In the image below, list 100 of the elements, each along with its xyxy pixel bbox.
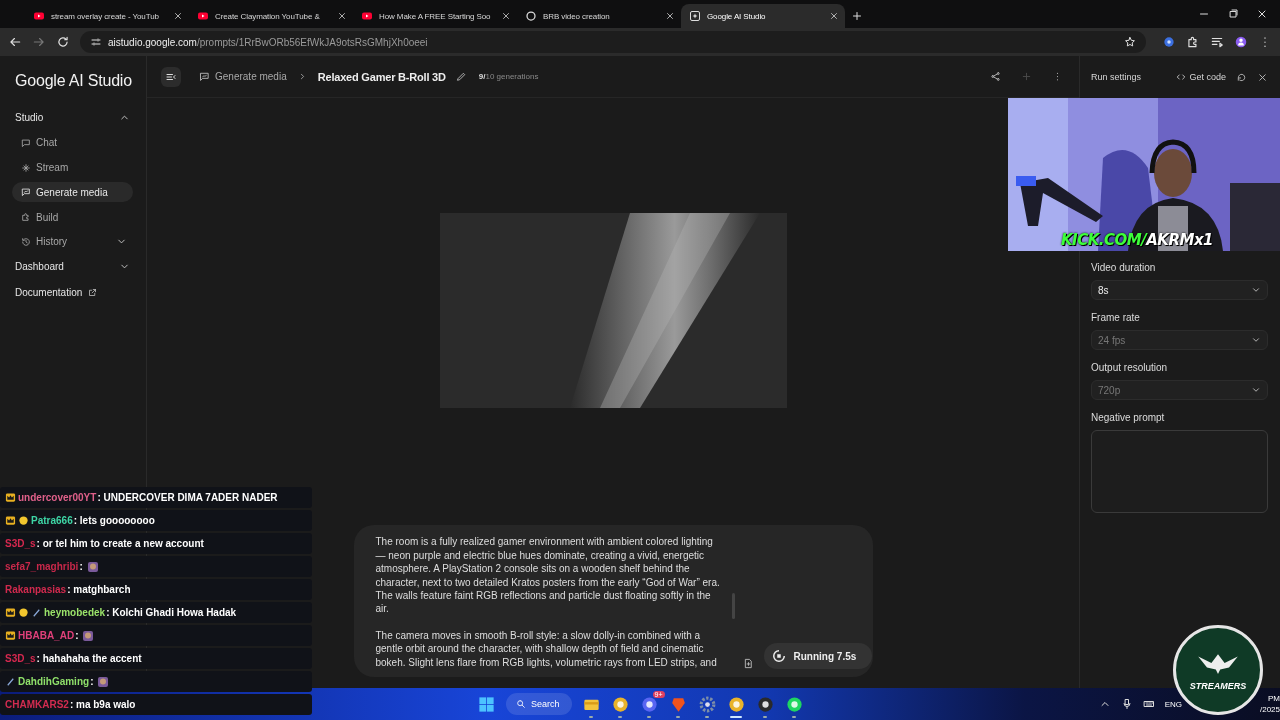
browser-tab[interactable]: How Make A FREE Starting Soo — [353, 4, 517, 28]
chat-text: : Kolchi Ghadi Howa Hadak — [106, 607, 237, 618]
chat-username: undercover00YT — [18, 492, 97, 503]
dropdown[interactable]: 8s — [1091, 280, 1268, 300]
chat-text: : lets goooooooo — [73, 515, 155, 526]
chat-username: DahdihGaming — [18, 676, 90, 687]
close-icon[interactable] — [501, 11, 511, 21]
nav-item[interactable]: History — [12, 232, 133, 252]
search-icon — [516, 699, 526, 709]
app-logo[interactable]: Google AI Studio — [12, 56, 133, 102]
negative-prompt-field[interactable] — [1091, 430, 1268, 513]
chat-text: : hahahaha the accent — [36, 653, 142, 664]
nav-item[interactable]: Stream — [12, 157, 133, 178]
chat-username: heymobedek — [44, 607, 106, 618]
chat-username: S3D_s — [5, 538, 36, 549]
chat-icon — [21, 137, 31, 148]
puzzle-icon[interactable] — [1186, 35, 1200, 49]
play-icon — [197, 10, 209, 22]
edit-icon[interactable] — [455, 71, 467, 82]
field-label: Output resolution — [1091, 362, 1169, 373]
gear-icon[interactable] — [697, 694, 717, 714]
prompt-box[interactable] — [353, 525, 873, 677]
external-link-icon — [88, 288, 98, 298]
record-icon[interactable] — [755, 694, 775, 714]
get-code-button[interactable]: Get code — [1176, 72, 1226, 82]
microphone-icon[interactable] — [1120, 698, 1133, 710]
ring-icon — [525, 10, 537, 22]
browser-tab[interactable]: Create Claymation YouTube & — [189, 4, 353, 28]
chat-username: sefa7_maghribi — [5, 561, 79, 572]
sidebar-toggle-button[interactable] — [161, 66, 181, 87]
chat-text: : UNDERCOVER DIMA 7ADER NADER — [97, 492, 278, 503]
windows-start-icon[interactable] — [477, 694, 496, 714]
chat-username: CHAMKARS2 — [5, 699, 69, 710]
chat-text: : — [75, 630, 79, 641]
clock-text: /2025 — [1259, 704, 1280, 715]
nav-item[interactable]: Generate media — [12, 182, 133, 203]
prompt-paragraph: The camera moves in smooth B-roll style: a slow dolly-in combined with a gentle orbit around the character, with shallow depth of field and cinematic bokeh. Slight lens flare from RGB lights, volumetric rays from LED strips, and — [375, 628, 718, 669]
back-icon[interactable] — [8, 35, 22, 49]
field-label: Video duration — [1091, 262, 1157, 273]
chat-text: : matghbarch — [67, 584, 131, 595]
prompt-title: Relaxed Gamer B-Roll 3D — [317, 70, 446, 83]
panel-title: Run settings — [1091, 72, 1142, 82]
play-icon — [33, 10, 45, 22]
keyboard-icon[interactable] — [1142, 698, 1155, 710]
chat-username: S3D_s — [5, 653, 36, 664]
logo-text: STREAMERS — [1189, 681, 1247, 691]
close-icon[interactable] — [665, 11, 675, 21]
chevron-down-icon — [1251, 285, 1261, 295]
field-label: Negative prompt — [1091, 412, 1166, 423]
site-info-icon[interactable] — [90, 36, 102, 48]
emote-icon — [82, 629, 95, 642]
chat-text: : — [79, 561, 83, 572]
close-icon[interactable] — [829, 11, 839, 21]
browser-tab[interactable]: Google AI Studio — [681, 4, 845, 28]
generations-count: 9/10 generations — [478, 72, 539, 81]
stop-icon — [771, 649, 786, 663]
reload-icon[interactable] — [56, 35, 70, 49]
media-queue-icon[interactable] — [1210, 35, 1224, 49]
chat-text: : or tel him to create a new account — [36, 538, 204, 549]
extension-icon[interactable] — [1162, 35, 1176, 49]
running-button[interactable]: Running 7.5s — [763, 643, 873, 669]
play-icon — [361, 10, 373, 22]
forward-icon[interactable] — [32, 35, 46, 49]
caption-handle: AKRMx1 — [1146, 231, 1214, 249]
breadcrumb-link[interactable]: Generate media — [215, 71, 287, 82]
language-indicator[interactable]: ENG — [1164, 699, 1182, 709]
share-icon[interactable] — [990, 71, 1001, 82]
restore-icon[interactable] — [1227, 8, 1239, 20]
close-icon[interactable] — [1257, 71, 1268, 83]
browser-tab[interactable]: BRB video creation — [517, 4, 681, 28]
bookmark-star-icon[interactable] — [1124, 36, 1136, 48]
url-text: aistudio.google.com/prompts/1RrBwORb56EfWkJA9otsRsGMhjXh0oeei — [108, 36, 428, 48]
reset-icon[interactable] — [1236, 71, 1247, 83]
history-icon — [21, 237, 31, 247]
address-bar[interactable]: aistudio.google.com/prompts/1RrBwORb56EfWkJA9otsRsGMhjXh0oeei — [80, 31, 1146, 53]
browser-tab[interactable]: stream overlay create - YouTub — [25, 4, 189, 28]
image-chat-icon — [21, 187, 31, 198]
taskbar-search[interactable]: Search — [506, 693, 572, 715]
new-tab-icon[interactable] — [851, 10, 863, 22]
profile-avatar[interactable] — [1234, 35, 1248, 49]
nav-section[interactable]: Studio — [12, 106, 133, 128]
close-icon[interactable] — [337, 11, 347, 21]
close-icon[interactable] — [173, 11, 183, 21]
nav-item[interactable]: Build — [12, 207, 133, 228]
chat-text: : ma b9a walo — [69, 699, 136, 710]
chat-username: Rakanpasias — [5, 584, 67, 595]
puzzle-icon — [21, 212, 31, 223]
emote-icon — [86, 560, 99, 573]
nav-link[interactable]: Documentation — [12, 282, 133, 304]
chevron-down-icon — [1251, 335, 1261, 345]
add-file-icon[interactable] — [742, 658, 754, 669]
prompt-paragraph: The room is a fully realized gamer environment with ambient colored lighting — neon purple and electric blue hues dominate, creating a vivid, energetic atmosphere. A PlayStation 2 console sits on a wooden shelf behind the character, next to two detailed Kratos posters from the early “God of War” era. The walls feature faint RGB reflections and particle dust floating softly in the air. — [375, 535, 721, 616]
chat-text: : — [90, 676, 94, 687]
field-label: Frame rate — [1091, 312, 1141, 323]
nav-item[interactable]: Chat — [12, 132, 133, 153]
emote-icon — [97, 675, 110, 688]
close-icon[interactable] — [1256, 8, 1268, 20]
chat-username: Patra666 — [31, 515, 73, 526]
clock-text: PM — [1268, 693, 1280, 704]
nav-section[interactable]: Dashboard — [12, 256, 133, 278]
